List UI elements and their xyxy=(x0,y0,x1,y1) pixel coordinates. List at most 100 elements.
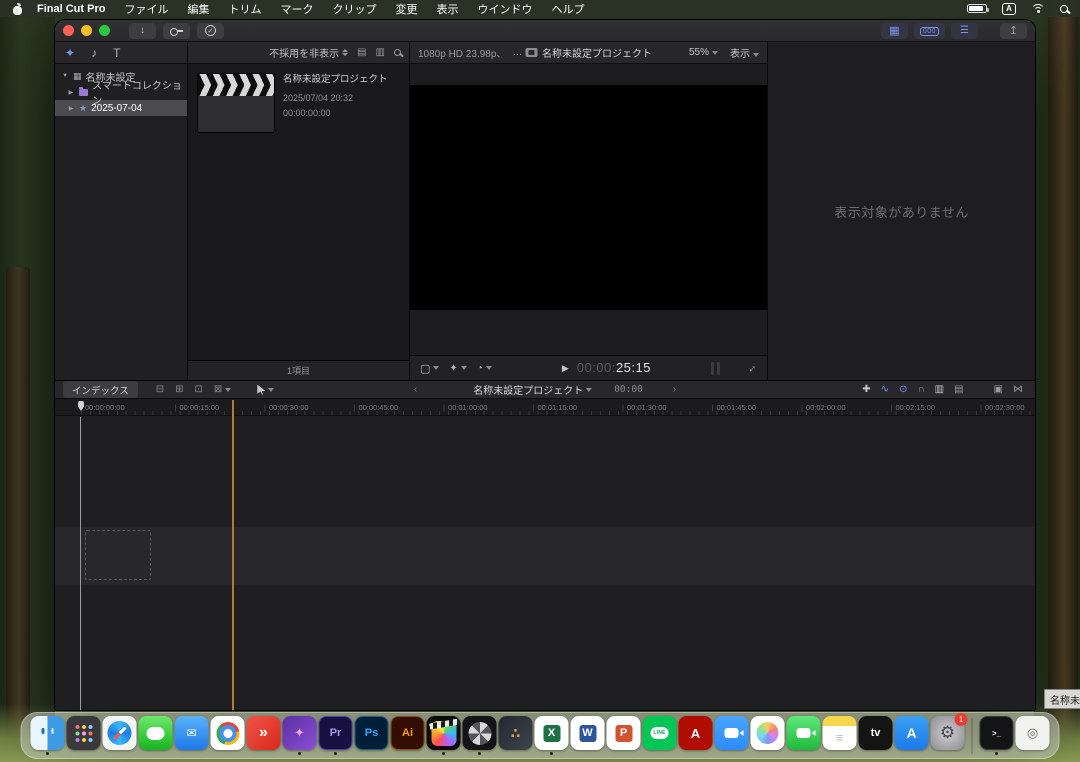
app-store-icon[interactable]: A xyxy=(895,716,929,750)
clip-dropzone-placeholder[interactable] xyxy=(85,530,151,580)
dock-app-photoshop[interactable]: Ps xyxy=(355,716,389,755)
solo-icon[interactable]: ⊙ xyxy=(899,384,907,395)
show-timeline-button[interactable] xyxy=(914,23,945,39)
effects-wand-dropdown[interactable] xyxy=(449,363,466,374)
append-edit-button[interactable]: ⊡ xyxy=(195,384,203,395)
close-window-button[interactable] xyxy=(63,25,74,36)
timeline-index-icon[interactable]: ▤ xyxy=(954,384,963,395)
dock-app-photos[interactable] xyxy=(751,716,785,755)
menu-item-8[interactable]: ウインドウ xyxy=(477,1,532,17)
word-icon[interactable]: W xyxy=(571,716,605,750)
more-ellipsis[interactable]: … xyxy=(512,47,522,58)
photos-audio-tab-icon[interactable]: ♪ xyxy=(91,46,97,60)
red-chevron-app-icon[interactable]: » xyxy=(247,716,281,750)
playhead-pin[interactable] xyxy=(78,401,84,411)
list-view-icon[interactable]: ▥ xyxy=(376,47,385,58)
project-clip-card[interactable]: 名称未設定プロジェクト 2025/07/04 20:32 00:00:00:00 xyxy=(198,74,403,132)
mail-icon[interactable]: ✉ xyxy=(175,716,209,750)
battery-icon[interactable] xyxy=(967,4,987,13)
finder-icon[interactable] xyxy=(31,716,65,750)
playhead-line[interactable] xyxy=(80,417,81,710)
previous-project-button[interactable]: ‹ xyxy=(414,384,417,395)
davinci-icon[interactable]: ∴ xyxy=(499,716,533,750)
apple-menu-icon[interactable] xyxy=(12,3,23,15)
timeline-ruler[interactable]: 00:00:00:00|00:00:15:00|00:00:30:00|00:0… xyxy=(55,399,1035,416)
premiere-icon[interactable]: Pr xyxy=(319,716,353,750)
zoom-level-dropdown[interactable]: 55% xyxy=(689,47,718,58)
dock-app-chrome[interactable] xyxy=(211,716,245,755)
overwrite-edit-dropdown[interactable]: ⊠ xyxy=(214,384,231,395)
menu-item-3[interactable]: トリム xyxy=(228,1,261,17)
keyword-editor-button[interactable] xyxy=(163,23,190,39)
dock-app-white-utility-app[interactable]: ◎ xyxy=(1016,716,1050,755)
play-button[interactable] xyxy=(562,362,569,374)
safari-icon[interactable] xyxy=(103,716,137,750)
libraries-tab-icon[interactable]: ✦ xyxy=(65,46,75,60)
tool-select-dropdown[interactable] xyxy=(257,385,274,395)
show-inspector-button[interactable] xyxy=(951,23,978,39)
apple-tv-icon[interactable]: tv xyxy=(859,716,893,750)
dock-app-acrobat[interactable]: A xyxy=(679,716,713,755)
trim-tool-icon[interactable]: ✚ xyxy=(862,384,870,395)
illustrator-icon[interactable]: Ai xyxy=(391,716,425,750)
dock-app-illustrator[interactable]: Ai xyxy=(391,716,425,755)
view-options-dropdown[interactable]: 表示 xyxy=(730,45,759,60)
window-titlebar[interactable] xyxy=(55,20,1035,42)
audio-skimming-icon[interactable]: ∿ xyxy=(881,384,889,395)
messages-icon[interactable] xyxy=(139,716,173,750)
chrome-icon[interactable] xyxy=(211,716,245,750)
launchpad-icon[interactable] xyxy=(67,716,101,750)
clip-thumbnail[interactable] xyxy=(198,74,274,132)
retime-dropdown[interactable] xyxy=(477,363,492,374)
filmstrip-view-icon[interactable]: ▤ xyxy=(357,47,366,58)
dock-app-facetime[interactable] xyxy=(787,716,821,755)
dock-app-premiere[interactable]: Pr xyxy=(319,716,353,755)
menu-item-9[interactable]: ヘルプ xyxy=(551,1,584,17)
disclosure-triangle-icon[interactable]: ▼ xyxy=(61,73,69,79)
insert-edit-button[interactable]: ⊞ xyxy=(175,384,183,395)
dock-app-safari[interactable] xyxy=(103,716,137,755)
menu-item-0[interactable]: Final Cut Pro xyxy=(37,3,105,15)
photoshop-icon[interactable]: Ps xyxy=(355,716,389,750)
menu-item-5[interactable]: クリップ xyxy=(332,1,376,17)
titles-generators-tab-icon[interactable]: T xyxy=(113,46,120,60)
display-options-icon[interactable]: ▣ xyxy=(994,384,1003,395)
dock-app-messages[interactable] xyxy=(139,716,173,755)
browser-search-icon[interactable] xyxy=(394,49,401,56)
timeline-project-dropdown[interactable]: 名称未設定プロジェクト xyxy=(473,382,592,397)
dock-app-affinity[interactable]: ✦ xyxy=(283,716,317,755)
photos-icon[interactable] xyxy=(751,716,785,750)
notes-icon[interactable]: ≡ xyxy=(823,716,857,750)
compressor-icon[interactable] xyxy=(463,716,497,750)
zoom-icon[interactable] xyxy=(715,716,749,750)
show-browser-button[interactable] xyxy=(881,23,908,39)
share-button[interactable] xyxy=(1000,23,1027,39)
dock-app-word[interactable]: W xyxy=(571,716,605,755)
dock-app-terminal[interactable]: >_ xyxy=(980,716,1014,755)
menu-item-4[interactable]: マーク xyxy=(280,1,313,17)
menu-item-7[interactable]: 表示 xyxy=(436,1,458,17)
acrobat-icon[interactable]: A xyxy=(679,716,713,750)
next-project-button[interactable]: › xyxy=(673,384,676,395)
index-button[interactable]: インデックス xyxy=(63,381,138,398)
dock-app-app-store[interactable]: A xyxy=(895,716,929,755)
dock-app-launchpad[interactable] xyxy=(67,716,101,755)
dock-app-notes[interactable]: ≡ xyxy=(823,716,857,755)
dock-app-mail[interactable]: ✉ xyxy=(175,716,209,755)
dock-app-settings[interactable]: ⚙1 xyxy=(931,716,965,755)
menu-item-2[interactable]: 編集 xyxy=(187,1,209,17)
powerpoint-icon[interactable]: P xyxy=(607,716,641,750)
audio-meters[interactable] xyxy=(711,362,720,375)
import-media-button[interactable] xyxy=(129,23,156,39)
dock-app-red-chevron-app[interactable]: » xyxy=(247,716,281,755)
viewer-canvas[interactable] xyxy=(410,85,767,310)
disclosure-triangle-icon[interactable]: ▶ xyxy=(67,89,75,96)
final-cut-pro-icon[interactable] xyxy=(427,716,461,750)
primary-storyline-lane[interactable] xyxy=(55,527,1035,585)
line-icon[interactable]: LINE xyxy=(643,716,677,750)
feedback-icon[interactable]: ⋈ xyxy=(1013,384,1023,395)
wifi-icon[interactable] xyxy=(1031,4,1045,14)
menu-item-6[interactable]: 変更 xyxy=(395,1,417,17)
sidebar-item-スマートコレクション[interactable]: ▶スマートコレクション xyxy=(55,84,187,100)
dock-app-zoom[interactable] xyxy=(715,716,749,755)
